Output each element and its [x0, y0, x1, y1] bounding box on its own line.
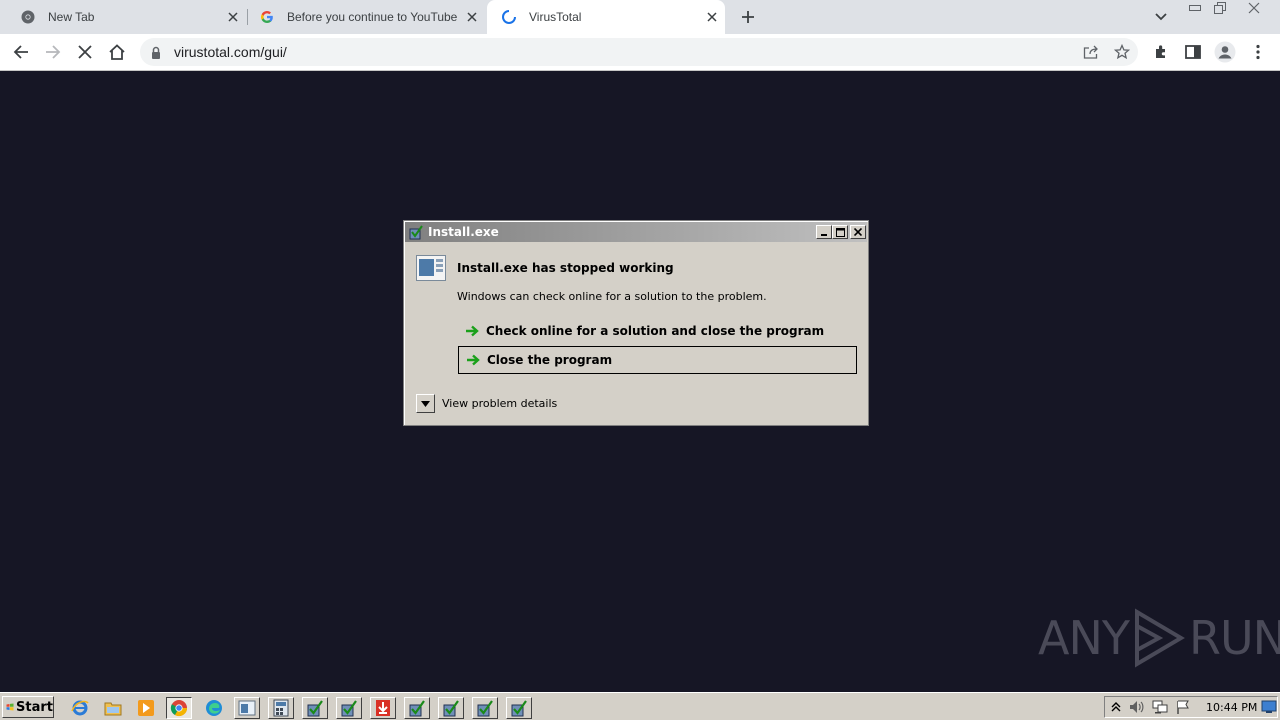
- restore-window-button[interactable]: [1209, 0, 1231, 16]
- program-window-icon: [416, 255, 446, 281]
- clock[interactable]: 10:44 PM: [1206, 701, 1257, 714]
- installer-task-icon[interactable]: [506, 697, 532, 719]
- play-logo-icon: [1134, 608, 1185, 668]
- show-hidden-icons-icon[interactable]: [1108, 699, 1124, 715]
- dialog-close-button[interactable]: [850, 225, 866, 239]
- loading-spinner-icon: [501, 9, 517, 25]
- dialog-title: Install.exe: [428, 225, 499, 239]
- taskbar: Start 10:44 PM: [0, 692, 1280, 720]
- tab-new-tab[interactable]: New Tab: [6, 0, 246, 34]
- tab-strip: New Tab Before you continue to YouTube V…: [0, 0, 1280, 34]
- edge-icon[interactable]: [201, 697, 227, 719]
- start-label: Start: [16, 699, 53, 715]
- download-task-icon[interactable]: [370, 697, 396, 719]
- green-arrow-icon: [464, 323, 480, 339]
- installer-task-icon[interactable]: [438, 697, 464, 719]
- option-label: Check online for a solution and close th…: [486, 324, 825, 338]
- start-button[interactable]: Start: [2, 696, 54, 718]
- file-explorer-icon[interactable]: [100, 697, 126, 719]
- green-arrow-icon: [465, 352, 481, 368]
- dialog-heading: Install.exe has stopped working: [457, 261, 674, 275]
- share-icon[interactable]: [1082, 43, 1100, 61]
- address-bar[interactable]: virustotal.com/gui/: [140, 38, 1138, 66]
- back-button[interactable]: [8, 39, 34, 65]
- anyrun-watermark: ANY RUN: [1038, 608, 1280, 668]
- lock-icon: [150, 45, 162, 59]
- calculator-task-icon[interactable]: [268, 697, 294, 719]
- details-label: View problem details: [442, 397, 558, 410]
- app-crash-dialog: Install.exe Install.exe has stopped work…: [403, 220, 869, 426]
- view-details-toggle[interactable]: View problem details: [416, 394, 557, 413]
- option-label: Close the program: [487, 353, 613, 367]
- check-online-option[interactable]: Check online for a solution and close th…: [458, 317, 857, 345]
- tab-title: Before you continue to YouTube: [287, 10, 458, 24]
- close-tab-icon[interactable]: [463, 8, 481, 26]
- watermark-right-text: RUN: [1188, 611, 1280, 665]
- installer-task-icon[interactable]: [336, 697, 362, 719]
- chevron-down-icon[interactable]: [1152, 8, 1170, 26]
- action-center-flag-icon[interactable]: [1175, 699, 1191, 715]
- home-button[interactable]: [104, 39, 130, 65]
- installer-task-icon[interactable]: [472, 697, 498, 719]
- new-tab-button[interactable]: [738, 7, 758, 27]
- dialog-minimize-button[interactable]: [816, 225, 832, 239]
- close-tab-icon[interactable]: [703, 8, 721, 26]
- stop-loading-button[interactable]: [72, 39, 98, 65]
- volume-icon[interactable]: [1129, 699, 1145, 715]
- browser-toolbar: virustotal.com/gui/: [0, 34, 1280, 71]
- installer-task-icon[interactable]: [302, 697, 328, 719]
- close-window-button[interactable]: [1243, 0, 1265, 16]
- installer-icon: [408, 224, 424, 240]
- bookmark-star-icon[interactable]: [1113, 43, 1131, 61]
- chrome-taskbar-icon[interactable]: [166, 697, 192, 719]
- side-panel-icon[interactable]: [1180, 39, 1206, 65]
- windows-flag-icon: [6, 703, 14, 711]
- tab-title: New Tab: [48, 10, 95, 24]
- media-player-icon[interactable]: [133, 697, 159, 719]
- forward-button[interactable]: [40, 39, 66, 65]
- dialog-message: Windows can check online for a solution …: [457, 290, 767, 303]
- system-tray: 10:44 PM: [1104, 696, 1278, 718]
- internet-explorer-icon[interactable]: [67, 697, 93, 719]
- profile-avatar-icon[interactable]: [1212, 39, 1238, 65]
- google-icon: [259, 9, 275, 25]
- tab-title: VirusTotal: [529, 10, 582, 24]
- dialog-titlebar[interactable]: Install.exe: [405, 222, 867, 242]
- watermark-left-text: ANY: [1038, 611, 1130, 665]
- network-icon[interactable]: [1152, 699, 1168, 715]
- extensions-icon[interactable]: [1148, 39, 1174, 65]
- tab-virustotal[interactable]: VirusTotal: [487, 0, 725, 34]
- tab-youtube-consent[interactable]: Before you continue to YouTube: [245, 0, 485, 34]
- minimize-window-button[interactable]: [1184, 0, 1206, 16]
- installer-task-icon[interactable]: [404, 697, 430, 719]
- dialog-maximize-button[interactable]: [832, 225, 848, 239]
- expand-arrow-icon[interactable]: [416, 394, 435, 413]
- chrome-icon: [20, 9, 36, 25]
- close-tab-icon[interactable]: [224, 8, 242, 26]
- url-text: virustotal.com/gui/: [174, 44, 287, 60]
- window-task-icon[interactable]: [234, 697, 260, 719]
- menu-kebab-icon[interactable]: [1245, 39, 1271, 65]
- close-program-option[interactable]: Close the program: [458, 346, 857, 374]
- show-desktop-icon[interactable]: [1261, 699, 1277, 715]
